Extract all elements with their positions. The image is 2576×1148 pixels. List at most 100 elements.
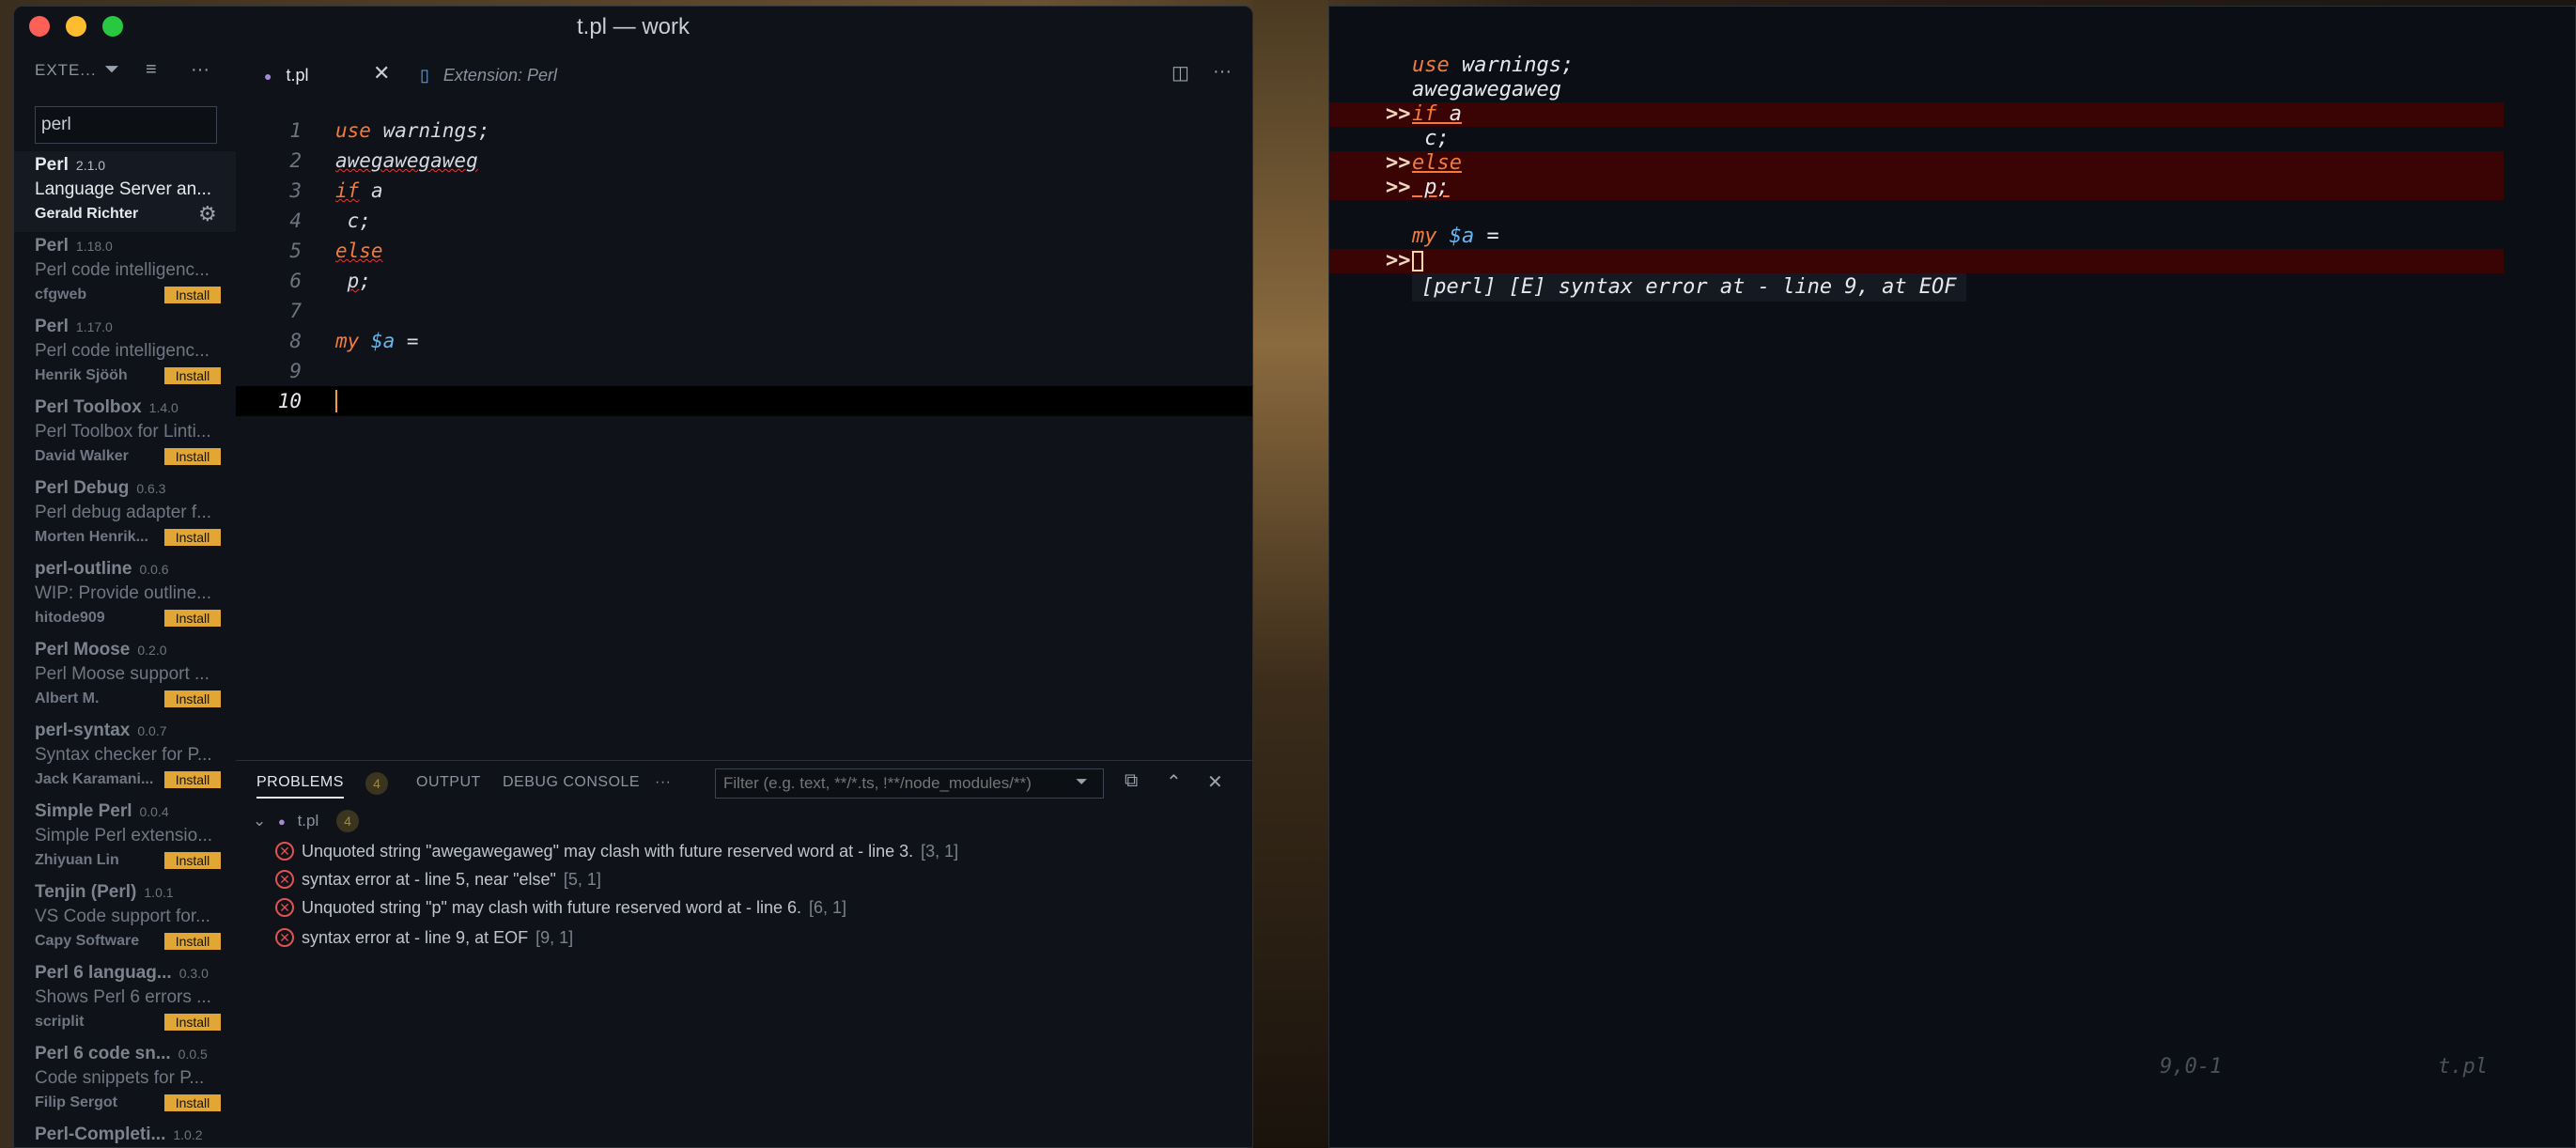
- vim-line: c;: [1412, 127, 1450, 150]
- code-editor[interactable]: 1 use warnings; 2 awegawegaweg 3 if a 4 c; …: [236, 102, 1252, 760]
- install-button[interactable]: Install: [164, 1094, 221, 1111]
- extension-item[interactable]: Perl 6 languag... 0.3.0 Shows Perl 6 error…: [14, 959, 236, 1040]
- error-icon: ✕: [275, 928, 294, 947]
- tab-debug-console[interactable]: DEBUG CONSOLE: [503, 774, 640, 791]
- extension-item[interactable]: Perl 2.1.0 Language Server an... Gerald Ric…: [14, 151, 236, 232]
- filter-icon[interactable]: ⏷: [1076, 774, 1088, 791]
- install-button[interactable]: Install: [164, 367, 221, 384]
- vim-error-message: [perl] [E] syntax error at - line 9, at …: [1412, 273, 1966, 302]
- code-line: 4 c;: [289, 209, 371, 232]
- problem-item[interactable]: ✕ syntax error at - line 5, near "else" [5…: [275, 870, 601, 890]
- status-file-name: t.pl: [2438, 1055, 2488, 1078]
- extension-publisher: Gerald Richter: [35, 206, 139, 222]
- extension-name: Perl 1.17.0: [35, 317, 113, 336]
- problem-file-name: t.pl: [297, 812, 319, 830]
- extension-version: 1.0.1: [144, 885, 174, 900]
- close-tab-icon[interactable]: ✕: [373, 61, 390, 85]
- extension-description: WIP: Provide outline...: [35, 583, 211, 603]
- extension-list: Perl 2.1.0 Language Server an... Gerald Ric…: [14, 151, 236, 1147]
- document-icon: ▯: [420, 66, 429, 85]
- install-button[interactable]: Install: [164, 1014, 221, 1031]
- error-icon: ✕: [275, 842, 294, 861]
- vim-error-line: >> else: [1329, 151, 2504, 176]
- window-title: t.pl — work: [576, 14, 691, 39]
- problems-filter-input[interactable]: [715, 768, 1104, 799]
- install-button[interactable]: Install: [164, 287, 221, 303]
- extension-item[interactable]: perl-outline 0.0.6 WIP: Provide outline...…: [14, 555, 236, 636]
- extension-item[interactable]: Perl Moose 0.2.0 Perl Moose support ... Alb…: [14, 636, 236, 717]
- close-panel-icon[interactable]: ✕: [1207, 770, 1223, 794]
- extension-publisher: Henrik Sjööh: [35, 367, 128, 383]
- extension-name: perl-syntax 0.0.7: [35, 721, 167, 740]
- clear-list-icon[interactable]: ≡: [146, 59, 157, 81]
- current-code-line: 10: [236, 386, 1252, 416]
- extension-publisher: Capy Software: [35, 933, 140, 949]
- extension-version: 1.0.2: [173, 1127, 203, 1142]
- extension-version: 0.0.6: [139, 562, 169, 577]
- filter-icon[interactable]: ⏷: [104, 59, 119, 81]
- extension-description: Shows Perl 6 errors ...: [35, 987, 211, 1007]
- code-line: 5 else: [289, 240, 383, 262]
- code-line: 1 use warnings;: [289, 119, 490, 142]
- install-button[interactable]: Install: [164, 852, 221, 869]
- tab-output[interactable]: OUTPUT: [416, 774, 481, 791]
- extension-item[interactable]: Perl 1.17.0 Perl code intelligenc... Henrik…: [14, 313, 236, 394]
- extension-item[interactable]: Perl-Completi... 1.0.2: [14, 1121, 236, 1147]
- extension-name: perl-outline 0.0.6: [35, 559, 169, 579]
- editor-tabs: ● t.pl ✕ ▯ Extension: Perl ◫ ···: [236, 48, 1252, 102]
- tab-problems[interactable]: PROBLEMS: [256, 774, 344, 799]
- problem-item[interactable]: ✕ Unquoted string "p" may clash with futu…: [275, 898, 846, 918]
- install-button[interactable]: Install: [164, 933, 221, 950]
- extension-name: Perl Moose 0.2.0: [35, 640, 167, 659]
- vim-line: use warnings;: [1412, 54, 1575, 77]
- error-sign: >>: [1386, 102, 1411, 126]
- install-button[interactable]: Install: [164, 610, 221, 627]
- more-actions-icon[interactable]: ···: [1213, 61, 1232, 83]
- code-line: 3 if a: [289, 179, 383, 202]
- extension-name: Perl Toolbox 1.4.0: [35, 397, 178, 417]
- more-actions-icon[interactable]: ···: [191, 59, 209, 81]
- gear-icon[interactable]: ⚙: [198, 202, 217, 226]
- error-sign: >>: [1386, 151, 1411, 175]
- problem-item[interactable]: ✕ syntax error at - line 9, at EOF [9, 1]: [275, 928, 573, 948]
- extension-publisher: scriplit: [35, 1014, 85, 1030]
- more-tabs-icon[interactable]: ···: [655, 774, 671, 791]
- extension-item[interactable]: perl-syntax 0.0.7 Syntax checker for P... J…: [14, 717, 236, 798]
- extension-item[interactable]: Simple Perl 0.0.4 Simple Perl extensio... Z…: [14, 798, 236, 878]
- problems-file-node[interactable]: ⌄ ● t.pl 4: [253, 810, 359, 832]
- extension-item[interactable]: Perl 1.18.0 Perl code intelligenc... cfgweb…: [14, 232, 236, 313]
- extension-publisher: Jack Karamani...: [35, 771, 154, 787]
- extension-version: 1.18.0: [75, 239, 113, 254]
- tab-extension-perl[interactable]: ▯ Extension: Perl: [420, 48, 557, 102]
- split-editor-icon[interactable]: ◫: [1172, 61, 1189, 85]
- bottom-panel: PROBLEMS 4 OUTPUT DEBUG CONSOLE ··· ⏷ ⧉ …: [236, 760, 1252, 1147]
- extension-version: 0.0.7: [137, 723, 167, 738]
- vim-terminal-window[interactable]: use warnings; awegawegaweg >> if a c; >> e…: [1328, 6, 2576, 1148]
- install-button[interactable]: Install: [164, 690, 221, 707]
- vim-cursor: [1412, 251, 1423, 271]
- problem-item[interactable]: ✕ Unquoted string "awegawegaweg" may clas…: [275, 842, 958, 861]
- extension-item[interactable]: Perl Toolbox 1.4.0 Perl Toolbox for Linti.…: [14, 394, 236, 474]
- extension-version: 1.17.0: [75, 319, 113, 334]
- title-bar: t.pl — work: [14, 7, 1252, 48]
- desktop-background: [1253, 0, 1328, 1148]
- extension-description: Language Server an...: [35, 179, 212, 199]
- perl-file-icon: ●: [264, 69, 272, 84]
- install-button[interactable]: Install: [164, 771, 221, 788]
- extension-item[interactable]: Perl Debug 0.6.3 Perl debug adapter f... Mo…: [14, 474, 236, 555]
- extension-item[interactable]: Tenjin (Perl) 1.0.1 VS Code support for...…: [14, 878, 236, 959]
- install-button[interactable]: Install: [164, 448, 221, 465]
- vim-error-line: >>: [1329, 249, 2504, 273]
- extension-description: Perl Moose support ...: [35, 664, 209, 684]
- extension-name: Simple Perl 0.0.4: [35, 801, 169, 821]
- extension-publisher: cfgweb: [35, 287, 87, 303]
- collapse-all-icon[interactable]: ⧉: [1125, 770, 1138, 792]
- text-cursor: [335, 390, 337, 412]
- extension-description: Code snippets for P...: [35, 1068, 205, 1088]
- extension-search-input[interactable]: [35, 106, 217, 144]
- install-button[interactable]: Install: [164, 529, 221, 546]
- maximize-panel-icon[interactable]: ⌃: [1166, 770, 1182, 794]
- extension-item[interactable]: Perl 6 code sn... 0.0.5 Code snippets for …: [14, 1040, 236, 1121]
- tab-t-pl[interactable]: ● t.pl: [264, 48, 309, 102]
- perl-file-icon: ●: [277, 814, 286, 829]
